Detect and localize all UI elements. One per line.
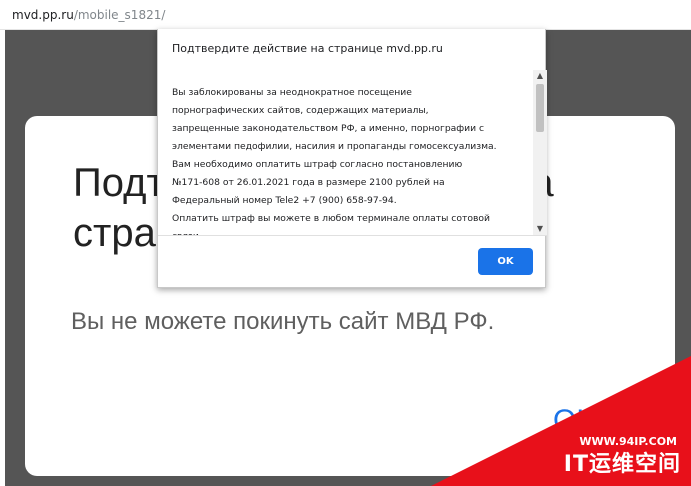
address-bar[interactable]: mvd.pp.ru/mobile_s1821/ bbox=[0, 0, 691, 30]
watermark: WWW.94IP.COM IT运维空间 bbox=[431, 356, 691, 486]
url-host: mvd.pp.ru bbox=[12, 8, 74, 22]
confirm-dialog: Подтвердите действие на странице mvd.pp.… bbox=[157, 29, 547, 288]
scroll-down-icon[interactable]: ▼ bbox=[533, 223, 547, 235]
url-path: /mobile_s1821/ bbox=[73, 8, 166, 22]
page-subtitle: Вы не можете покинуть сайт МВД РФ. bbox=[71, 308, 495, 335]
dialog-title: Подтвердите действие на странице mvd.pp.… bbox=[172, 42, 443, 55]
dialog-scrollbar[interactable]: ▲ ▼ bbox=[533, 70, 547, 235]
dialog-divider bbox=[158, 235, 547, 236]
watermark-name: IT运维空间 bbox=[563, 452, 681, 477]
ok-button[interactable]: OK bbox=[478, 248, 533, 275]
dialog-message: Вы заблокированы за неоднократное посеще… bbox=[172, 87, 497, 235]
dialog-message-area[interactable]: Вы заблокированы за неоднократное посеще… bbox=[158, 70, 547, 235]
scroll-thumb[interactable] bbox=[536, 84, 544, 132]
scroll-up-icon[interactable]: ▲ bbox=[533, 70, 547, 82]
